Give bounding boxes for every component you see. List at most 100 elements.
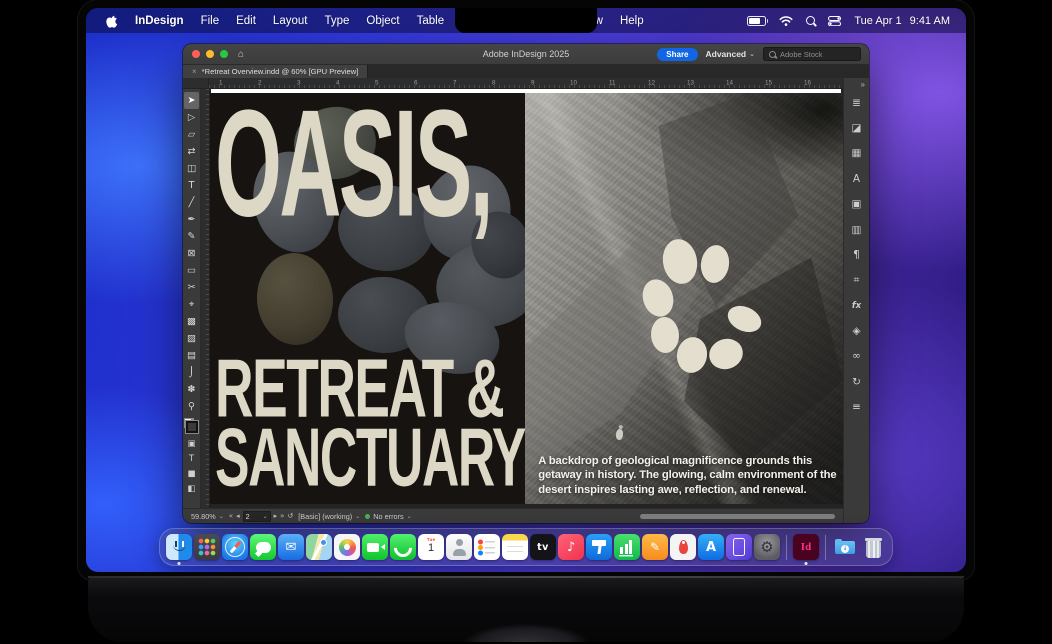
pages-panel[interactable]: ▥ (847, 220, 866, 239)
fill-stroke-swatches[interactable] (185, 419, 198, 433)
dock-appstore[interactable]: A (698, 534, 724, 560)
dock-launchpad[interactable] (194, 534, 220, 560)
zoom-tool[interactable]: ⚲ (184, 398, 199, 415)
gap-tool[interactable]: ⇄ (184, 143, 199, 160)
rectangle-tool[interactable]: ▭ (184, 262, 199, 279)
gradient-feather-tool[interactable]: ▨ (184, 330, 199, 347)
character-panel[interactable]: A (847, 169, 866, 188)
workspace-switcher[interactable]: Advanced ⌄ (706, 49, 756, 59)
minimize-window-button[interactable] (206, 50, 214, 58)
document-tab[interactable]: × *Retreat Overview.indd @ 60% [GPU Prev… (183, 65, 368, 78)
dock-games[interactable] (670, 534, 696, 560)
horizontal-scrollbar[interactable] (640, 514, 835, 519)
window-titlebar[interactable]: ⌂ Adobe InDesign 2025 Share Advanced ⌄ A… (183, 44, 869, 65)
next-page-button[interactable]: ▸ (274, 512, 278, 520)
menu-bar-time[interactable]: 9:41 AM (910, 15, 950, 27)
share-button[interactable]: Share (657, 48, 697, 61)
dock-messages[interactable] (250, 534, 276, 560)
apply-color[interactable]: ■ (184, 466, 199, 481)
menu-object[interactable]: Object (366, 15, 399, 27)
dock-settings[interactable]: ⚙ (754, 534, 780, 560)
dock-downloads[interactable] (832, 534, 858, 560)
spotlight-search-icon[interactable] (806, 16, 815, 25)
stroke-swatch[interactable] (186, 421, 198, 433)
battery-icon[interactable] (747, 16, 766, 26)
adobe-stock-search[interactable]: Adobe Stock (763, 47, 861, 61)
dock-tv[interactable]: tv (530, 534, 556, 560)
dock-phone[interactable] (390, 534, 416, 560)
direct-selection-tool[interactable]: ▷ (184, 109, 199, 126)
dock-music[interactable]: ♪ (558, 534, 584, 560)
swatches-panel[interactable]: ▦ (847, 144, 866, 163)
document-canvas[interactable]: OASIS, RETREAT & SANCTUARY (210, 89, 843, 508)
links-panel[interactable]: ▣ (847, 195, 866, 214)
preflight-profile-menu[interactable]: [Basic] (working) ⌄ (298, 512, 360, 521)
dock-facetime[interactable] (362, 534, 388, 560)
reload-icon[interactable]: ↺ (287, 512, 293, 520)
dock-finder[interactable] (166, 534, 192, 560)
effects-panel[interactable]: fx (847, 296, 866, 315)
gradient-swatch-tool[interactable]: ▩ (184, 313, 199, 330)
zoom-window-button[interactable] (220, 50, 228, 58)
formatting-affects-container[interactable]: ▣ (184, 436, 199, 451)
menu-help[interactable]: Help (620, 15, 644, 27)
previous-page-button[interactable]: ◂ (236, 512, 240, 520)
align-panel[interactable]: ⌗ (847, 271, 866, 290)
dock-iphone-mirroring[interactable] (726, 534, 752, 560)
panel-menu[interactable]: ≡ (847, 398, 866, 417)
menu-type[interactable]: Type (324, 15, 349, 27)
last-page-button[interactable]: » (280, 512, 284, 520)
dock-indesign[interactable]: Id (793, 534, 819, 560)
dock-calendar[interactable]: Tue 1 (418, 534, 444, 560)
dock-safari[interactable] (222, 534, 248, 560)
cc-libraries-panel[interactable]: ◪ (847, 119, 866, 138)
home-icon[interactable]: ⌂ (238, 49, 244, 60)
type-tool[interactable]: T (184, 177, 199, 194)
scissors-tool[interactable]: ✂ (184, 279, 199, 296)
free-transform-tool[interactable]: ⌖ (184, 296, 199, 313)
page-tool[interactable]: ▱ (184, 126, 199, 143)
dock-reminders[interactable] (474, 534, 500, 560)
dock-mail[interactable]: ✉ (278, 534, 304, 560)
menu-app-name[interactable]: InDesign (135, 15, 184, 27)
animation-panel[interactable]: ↻ (847, 372, 866, 391)
note-tool[interactable]: ▤ (184, 347, 199, 364)
preflight-status[interactable]: No errors ⌄ (365, 512, 411, 521)
first-page-button[interactable]: « (229, 512, 233, 520)
properties-panel[interactable]: ≣ (847, 93, 866, 112)
dock-divider[interactable] (821, 532, 830, 562)
layers-panel[interactable]: ◈ (847, 322, 866, 341)
zoom-level-control[interactable]: 59.80% ⌄ (191, 512, 224, 521)
dock-pages[interactable]: ✎ (642, 534, 668, 560)
menu-file[interactable]: File (201, 15, 220, 27)
menu-table[interactable]: Table (417, 15, 445, 27)
line-tool[interactable]: ╱ (184, 194, 199, 211)
dock-divider[interactable] (782, 532, 791, 562)
dock-notes[interactable] (502, 534, 528, 560)
control-center-icon[interactable] (828, 16, 841, 26)
formatting-affects-text[interactable]: T (184, 451, 199, 466)
hyperlinks-panel[interactable]: ∞ (847, 347, 866, 366)
close-window-button[interactable] (192, 50, 200, 58)
hand-tool[interactable]: ✽ (184, 381, 199, 398)
dock-contacts[interactable] (446, 534, 472, 560)
pen-tool[interactable]: ✒ (184, 211, 199, 228)
page-number-field[interactable]: 2 ⌄ (243, 511, 271, 522)
menu-layout[interactable]: Layout (273, 15, 308, 27)
dock-maps[interactable] (306, 534, 332, 560)
screen-mode[interactable]: ◧ (184, 481, 199, 496)
pencil-tool[interactable]: ✎ (184, 228, 199, 245)
dock-trash[interactable] (860, 534, 886, 560)
desktop-wallpaper[interactable]: InDesign FileEditLayoutTypeObjectTableVi… (86, 8, 966, 572)
menu-edit[interactable]: Edit (236, 15, 256, 27)
selection-tool[interactable]: ➤ (184, 92, 199, 109)
collapse-panels-icon[interactable]: » (861, 80, 869, 90)
apple-logo-icon[interactable] (106, 14, 118, 28)
dock-keynote[interactable] (586, 534, 612, 560)
dock-photos[interactable] (334, 534, 360, 560)
dock-numbers[interactable] (614, 534, 640, 560)
close-tab-icon[interactable]: × (192, 67, 197, 76)
content-collector-tool[interactable]: ◫ (184, 160, 199, 177)
paragraph-styles-panel[interactable]: ¶ (847, 245, 866, 264)
wifi-icon[interactable] (779, 16, 793, 26)
